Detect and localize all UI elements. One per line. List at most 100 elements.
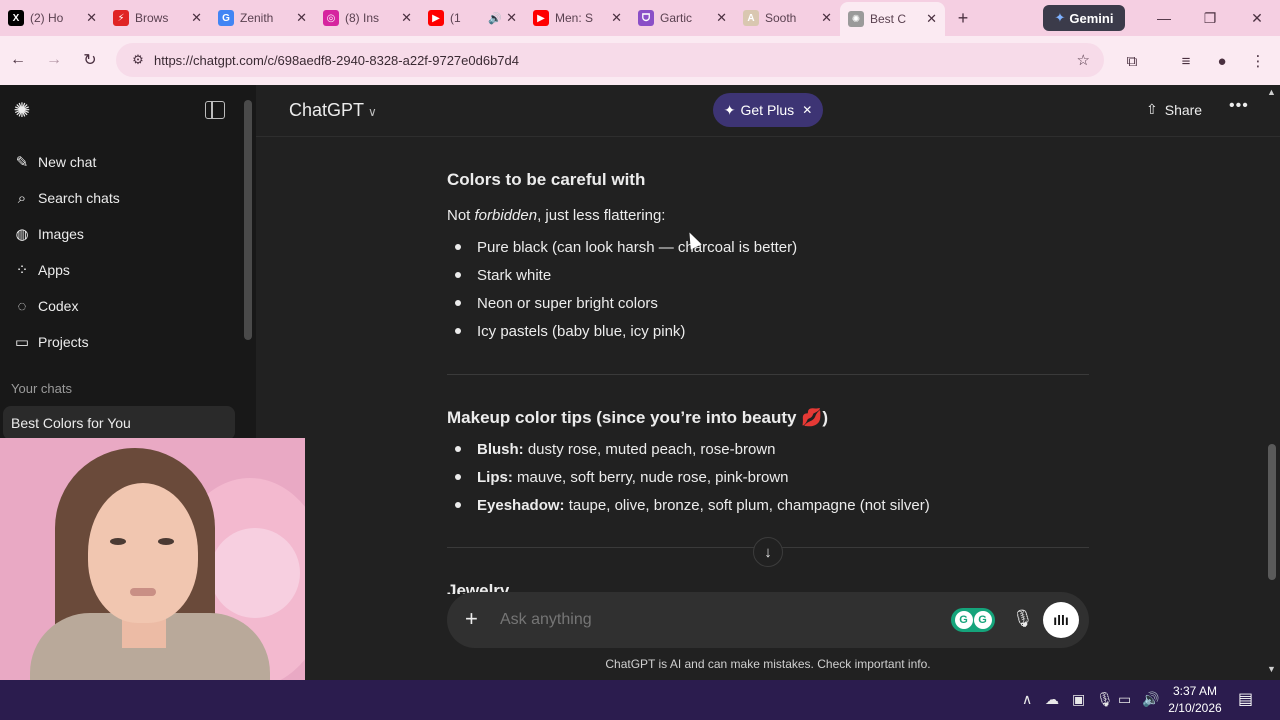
browser-tab[interactable]: ✺ Best C ✕ <box>840 2 945 36</box>
main-scrollbar[interactable] <box>1268 444 1276 580</box>
browser-menu-icon[interactable]: ⋮ <box>1246 49 1270 73</box>
bookmark-star-icon[interactable]: ☆ <box>1077 51 1090 69</box>
browser-tab[interactable]: ◎ (8) Ins ✕ <box>315 3 420 33</box>
dismiss-plus-icon[interactable]: ✕ <box>802 103 812 117</box>
instagram-icon: ◎ <box>323 10 339 26</box>
scroll-up-arrow-icon[interactable]: ▲ <box>1267 87 1276 97</box>
list-item: Neon or super bright colors <box>455 295 658 312</box>
back-icon[interactable]: ← <box>6 48 30 72</box>
microphone-icon[interactable]: 🎙 <box>1012 609 1034 629</box>
tab-label: Brows <box>135 11 169 25</box>
reload-icon[interactable]: ↻ <box>78 48 102 72</box>
anthropic-icon: A <box>743 10 759 26</box>
close-tab-icon[interactable]: ✕ <box>716 10 727 26</box>
close-tab-icon[interactable]: ✕ <box>296 10 307 26</box>
webcam-face <box>88 483 198 623</box>
sidebar-item-apps[interactable]: ⁘ Apps <box>0 252 240 288</box>
meet-icon[interactable]: ▣ <box>1072 691 1085 708</box>
browser-tab[interactable]: ᗜ Gartic ✕ <box>630 3 735 33</box>
sidebar-scrollbar[interactable] <box>244 100 252 340</box>
grammarly-icon[interactable]: GG <box>951 608 995 632</box>
section-heading: Makeup color tips (since you’re into bea… <box>447 408 829 427</box>
network-icon[interactable]: ▭ <box>1118 691 1131 708</box>
profile-avatar-icon[interactable]: ● <box>1210 49 1234 73</box>
sidebar-item-label: New chat <box>38 154 97 170</box>
tab-label: Gartic <box>660 11 693 25</box>
chatgpt-logo-icon[interactable]: ✺ <box>11 100 33 122</box>
notification-icon[interactable]: ▤ <box>1238 689 1253 709</box>
scroll-down-arrow-icon[interactable]: ▼ <box>1267 664 1276 674</box>
sidebar-item-search-chats[interactable]: ⌕ Search chats <box>0 180 240 216</box>
restore-icon[interactable]: ❐ <box>1187 0 1233 36</box>
list-item: Stark white <box>455 267 551 284</box>
taskbar: ∧ ☁ ▣ 🎙 ▭ 🔊 3:37 AM 2/10/2026 ▤ <box>0 680 1280 720</box>
address-bar[interactable]: ⚙ https://chatgpt.com/c/698aedf8-2940-83… <box>116 43 1104 77</box>
tab-label: (1 <box>450 11 461 25</box>
prompt-input[interactable] <box>500 611 920 629</box>
list-item: Lips: mauve, soft berry, nude rose, pink… <box>455 469 789 486</box>
browser-tab[interactable]: ▶ Men: S ✕ <box>525 3 630 33</box>
search-icon: ⌕ <box>17 189 27 207</box>
tab-label: Zenith <box>240 11 274 25</box>
browser-tab[interactable]: ⚡ Brows ✕ <box>105 3 210 33</box>
sidebar-item-projects[interactable]: ▭ Projects <box>0 324 240 360</box>
close-tab-icon[interactable]: ✕ <box>86 10 97 26</box>
gemini-button[interactable]: ✦ Gemini <box>1043 5 1125 31</box>
tab-label: (2) Ho <box>30 11 64 25</box>
close-tab-icon[interactable]: ✕ <box>191 10 202 26</box>
folder-icon: ▭ <box>14 334 30 351</box>
clock[interactable]: 3:37 AM 2/10/2026 <box>1160 683 1230 717</box>
get-plus-label: Get Plus <box>740 102 795 118</box>
codex-icon: ◌ <box>17 297 27 315</box>
extensions-icon[interactable]: ⧉ <box>1120 49 1144 73</box>
browser-tab[interactable]: G Zenith ✕ <box>210 3 315 33</box>
sidebar-item-new-chat[interactable]: ✎ New chat <box>0 144 240 180</box>
close-tab-icon[interactable]: ✕ <box>821 10 832 26</box>
site-info-icon[interactable]: ⚙ <box>126 52 150 68</box>
sidebar-item-label: Images <box>38 226 84 242</box>
clock-date: 2/10/2026 <box>1168 701 1222 715</box>
images-icon: ◍ <box>15 226 29 243</box>
media-control-icon[interactable]: ≡ <box>1174 49 1198 73</box>
scroll-to-bottom-button[interactable]: ↓ <box>753 537 783 567</box>
tray-overflow-icon[interactable]: ∧ <box>1022 691 1032 708</box>
speaker-icon[interactable]: 🔊 <box>488 12 502 25</box>
minimize-icon[interactable]: — <box>1141 0 1187 36</box>
browser-tab[interactable]: ▶ (1 🔊 ✕ <box>420 3 525 33</box>
more-options-icon[interactable]: ••• <box>1229 97 1249 115</box>
chat-header: ChatGPT ∨ ✦ Get Plus ✕ ⇧ Share ••• <box>256 85 1280 137</box>
youtube-icon: ▶ <box>533 10 549 26</box>
close-tab-icon[interactable]: ✕ <box>401 10 412 26</box>
list-item: Eyeshadow: taupe, olive, bronze, soft pl… <box>455 497 930 514</box>
add-attachment-icon[interactable]: + <box>465 606 478 632</box>
chat-history-item[interactable]: Best Colors for You <box>3 406 235 440</box>
new-tab-icon[interactable]: + <box>949 8 977 29</box>
model-name: ChatGPT <box>289 100 365 120</box>
sidebar-toggle-icon[interactable] <box>205 101 225 119</box>
tab-label: Sooth <box>765 11 797 25</box>
model-selector[interactable]: ChatGPT ∨ <box>289 100 377 121</box>
mic-tray-icon[interactable]: 🎙 <box>1096 691 1114 708</box>
voice-mode-button[interactable]: ıllı <box>1043 602 1079 638</box>
close-tab-icon[interactable]: ✕ <box>926 11 937 27</box>
close-tab-icon[interactable]: ✕ <box>506 10 517 26</box>
intro-paragraph: Not forbidden, just less flattering: <box>447 207 666 224</box>
browser-tab[interactable]: A Sooth ✕ <box>735 3 840 33</box>
divider <box>447 374 1089 375</box>
sidebar-item-label: Search chats <box>38 190 120 206</box>
sidebar-item-images[interactable]: ◍ Images <box>0 216 240 252</box>
close-window-icon[interactable]: ✕ <box>1234 0 1280 36</box>
sidebar-item-codex[interactable]: ◌ Codex <box>0 288 240 324</box>
gemini-icon: ✦ <box>1054 10 1066 25</box>
gemini-label: Gemini <box>1069 10 1114 26</box>
close-tab-icon[interactable]: ✕ <box>611 10 622 26</box>
share-button[interactable]: ⇧ Share <box>1146 101 1202 118</box>
waveform-icon: ıllı <box>1053 612 1069 628</box>
get-plus-button[interactable]: ✦ Get Plus ✕ <box>713 93 823 127</box>
browser-tab[interactable]: X (2) Ho ✕ <box>0 3 105 33</box>
onedrive-icon[interactable]: ☁ <box>1045 691 1059 708</box>
apps-icon: ⁘ <box>15 262 29 279</box>
disclaimer: ChatGPT is AI and can make mistakes. Che… <box>605 657 931 671</box>
forward-icon[interactable]: → <box>42 48 66 72</box>
volume-icon[interactable]: 🔊 <box>1142 691 1159 708</box>
